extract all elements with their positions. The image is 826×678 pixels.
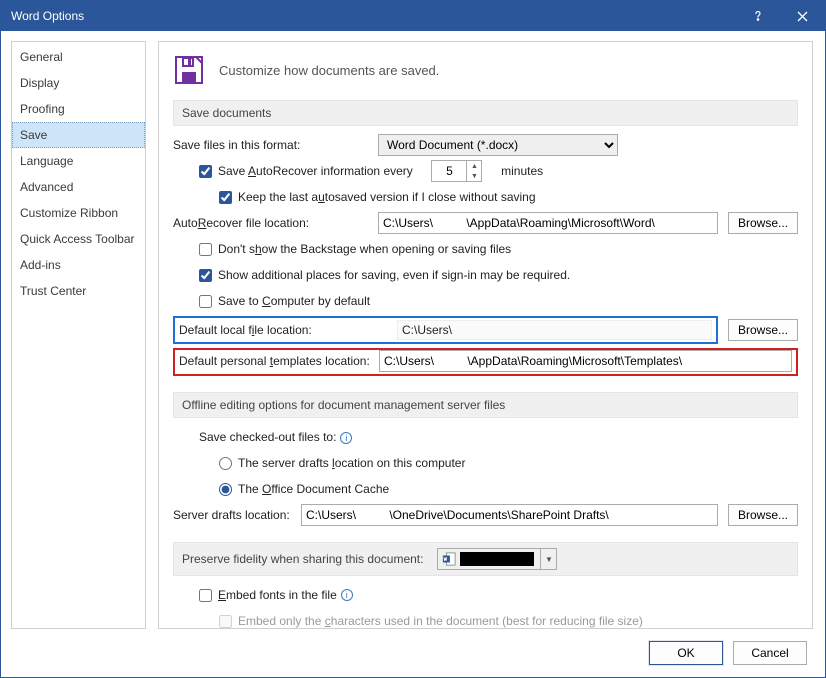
- server-drafts-location-label: Server drafts location:: [173, 508, 301, 522]
- section-save-documents: Save documents: [173, 100, 798, 126]
- autorecover-location-input[interactable]: [378, 212, 718, 234]
- default-local-file-value: C:\Users\: [397, 320, 712, 340]
- nav-item-save[interactable]: Save: [12, 122, 145, 148]
- nav-item-add-ins[interactable]: Add-ins: [12, 252, 145, 278]
- chevron-down-icon: ▼: [540, 549, 556, 569]
- checked-out-label: Save checked-out files to:: [173, 430, 360, 444]
- nav-item-customize-ribbon[interactable]: Customize Ribbon: [12, 200, 145, 226]
- dont-show-backstage-checkbox[interactable]: Don't show the Backstage when opening or…: [173, 242, 511, 256]
- save-format-combo[interactable]: Word Document (*.docx): [378, 134, 618, 156]
- show-additional-places-checkbox[interactable]: Show additional places for saving, even …: [173, 268, 570, 282]
- save-icon: [173, 54, 205, 86]
- default-local-file-label: Default local file location:: [179, 323, 397, 337]
- section-preserve-fidelity: Preserve fidelity when sharing this docu…: [173, 542, 798, 576]
- nav-item-display[interactable]: Display: [12, 70, 145, 96]
- fidelity-document-combo[interactable]: ▼: [437, 548, 557, 570]
- word-options-window: Word Options GeneralDisplayProofingSaveL…: [0, 0, 826, 678]
- info-icon[interactable]: [340, 432, 352, 444]
- fidelity-document-name: [460, 552, 534, 566]
- browse-default-local-button[interactable]: Browse...: [728, 319, 798, 341]
- window-title: Word Options: [11, 9, 735, 23]
- spin-up[interactable]: ▲: [467, 161, 481, 171]
- dialog-footer: OK Cancel: [1, 629, 825, 677]
- save-format-label: Save files in this format:: [173, 138, 378, 152]
- nav-item-proofing[interactable]: Proofing: [12, 96, 145, 122]
- nav-item-trust-center[interactable]: Trust Center: [12, 278, 145, 304]
- cancel-button[interactable]: Cancel: [733, 641, 807, 665]
- keep-last-autosaved-checkbox[interactable]: Keep the last autosaved version if I clo…: [173, 190, 536, 204]
- nav-item-advanced[interactable]: Advanced: [12, 174, 145, 200]
- embed-fonts-checkbox[interactable]: Embed fonts in the file: [173, 588, 353, 602]
- close-button[interactable]: [780, 1, 825, 31]
- spin-down[interactable]: ▼: [467, 171, 481, 181]
- radio-server-drafts[interactable]: The server drafts location on this compu…: [173, 456, 465, 470]
- category-nav: GeneralDisplayProofingSaveLanguageAdvanc…: [11, 41, 146, 629]
- autorecover-minutes-spinner[interactable]: ▲▼: [431, 160, 482, 182]
- ok-button[interactable]: OK: [649, 641, 723, 665]
- default-templates-label: Default personal templates location:: [179, 354, 379, 368]
- help-button[interactable]: [735, 1, 780, 31]
- save-to-computer-checkbox[interactable]: Save to Computer by default: [173, 294, 370, 308]
- minutes-label: minutes: [501, 164, 543, 178]
- content-panel: Customize how documents are saved. Save …: [158, 41, 813, 629]
- nav-item-general[interactable]: General: [12, 44, 145, 70]
- autorecover-location-label: AutoRecover file location:: [173, 216, 378, 230]
- autorecover-minutes-input[interactable]: [432, 161, 466, 181]
- browse-autorecover-button[interactable]: Browse...: [728, 212, 798, 234]
- default-local-highlight: Default local file location: C:\Users\: [173, 316, 718, 344]
- autorecover-checkbox[interactable]: Save AutoRecover information every: [173, 164, 413, 178]
- nav-item-language[interactable]: Language: [12, 148, 145, 174]
- word-doc-icon: [442, 552, 456, 566]
- default-templates-input[interactable]: [379, 350, 792, 372]
- radio-office-cache[interactable]: The Office Document Cache: [173, 482, 389, 496]
- info-icon[interactable]: [341, 589, 353, 601]
- embed-only-chars-checkbox: Embed only the characters used in the do…: [173, 614, 643, 628]
- titlebar: Word Options: [1, 1, 825, 31]
- browse-server-drafts-button[interactable]: Browse...: [728, 504, 798, 526]
- header-text: Customize how documents are saved.: [219, 63, 439, 78]
- section-offline-editing: Offline editing options for document man…: [173, 392, 798, 418]
- server-drafts-location-input[interactable]: [301, 504, 718, 526]
- default-templates-highlight: Default personal templates location:: [173, 348, 798, 376]
- nav-item-quick-access-toolbar[interactable]: Quick Access Toolbar: [12, 226, 145, 252]
